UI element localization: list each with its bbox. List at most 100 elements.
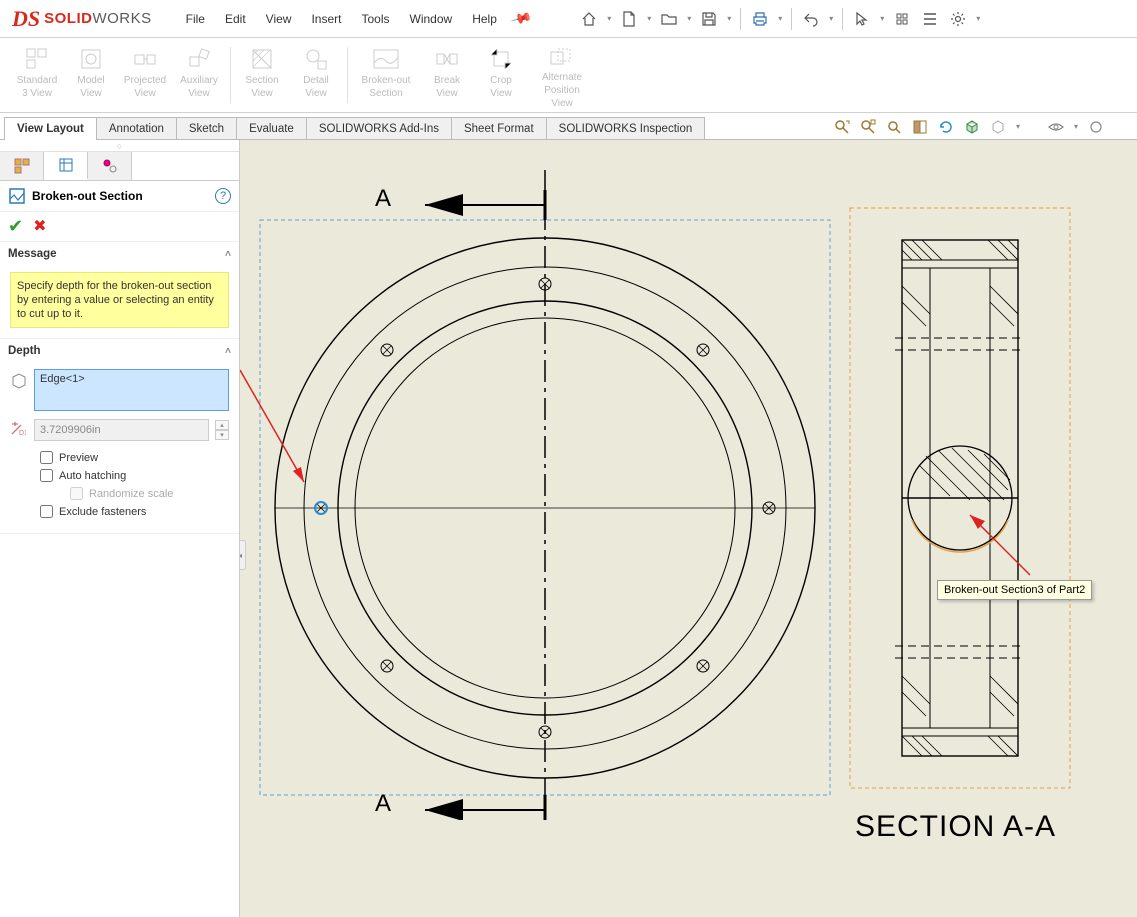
quick-access-toolbar: ▾ ▾ ▾ ▾ ▾ ▾ ▾ ▾ [576, 6, 983, 32]
ribbon-break-view[interactable]: BreakView [420, 41, 474, 109]
display-style-icon[interactable] [961, 116, 983, 138]
depth-header[interactable]: Depth ˄ [0, 339, 239, 363]
edit-scene-icon[interactable] [1085, 116, 1107, 138]
zoom-area-icon[interactable] [857, 116, 879, 138]
menu-help[interactable]: Help [462, 8, 507, 30]
tab-sheet-format[interactable]: Sheet Format [451, 117, 547, 139]
save-button[interactable] [696, 6, 722, 32]
ribbon-broken-out-section[interactable]: Broken-outSection [352, 41, 420, 109]
tab-sketch[interactable]: Sketch [176, 117, 237, 139]
ok-button[interactable]: ✔ [8, 216, 23, 237]
menu-bar: DS SOLIDWORKS FileEditViewInsertToolsWin… [0, 0, 1137, 38]
pin-icon[interactable]: 📌 [510, 7, 534, 30]
spin-up-icon[interactable]: ▴ [215, 420, 229, 430]
section-view-icon[interactable] [909, 116, 931, 138]
menu-window[interactable]: Window [400, 8, 463, 30]
preview-label: Preview [59, 452, 98, 464]
broken-out-icon [372, 45, 400, 73]
message-header[interactable]: Message ˄ [0, 242, 239, 266]
section-view-aa[interactable] [840, 198, 1080, 838]
settings-button[interactable] [945, 6, 971, 32]
zoom-prev-icon[interactable] [883, 116, 905, 138]
confirm-row: ✔ ✖ [0, 212, 239, 242]
dropdown-icon[interactable]: ▾ [644, 14, 654, 23]
break-icon [433, 45, 461, 73]
tab-view-layout[interactable]: View Layout [4, 117, 97, 139]
depth-selection-value: Edge<1> [40, 373, 85, 385]
open-button[interactable] [656, 6, 682, 32]
dropdown-icon[interactable]: ▾ [877, 14, 887, 23]
preview-checkbox[interactable]: Preview [40, 451, 229, 464]
message-section: Message ˄ Specify depth for the broken-o… [0, 242, 239, 339]
app-logo: DS SOLIDWORKS [12, 6, 152, 32]
ribbon-alternate-position-view[interactable]: AlternatePositionView [528, 41, 596, 109]
section-arrow-a-top: A [375, 185, 391, 213]
feature-tree-tab[interactable] [0, 152, 44, 180]
depth-value-input[interactable] [34, 419, 209, 441]
ribbon-detail-view[interactable]: DetailView [289, 41, 343, 109]
zoom-fit-icon[interactable] [831, 116, 853, 138]
ribbon-crop-view[interactable]: CropView [474, 41, 528, 109]
dropdown-icon[interactable]: ▾ [973, 14, 983, 23]
randomize-checkbox: Randomize scale [70, 487, 229, 500]
config-mgr-tab[interactable] [88, 152, 132, 180]
tab-strip: View LayoutAnnotationSketchEvaluateSOLID… [0, 113, 1137, 140]
help-icon[interactable]: ? [215, 188, 231, 204]
exclude-label: Exclude fasteners [59, 506, 146, 518]
tooltip: Broken-out Section3 of Part2 [937, 580, 1092, 600]
autohatch-checkbox[interactable]: Auto hatching [40, 469, 229, 482]
alternate-icon [548, 45, 576, 70]
tab-solidworks-inspection[interactable]: SOLIDWORKS Inspection [546, 117, 706, 139]
exclude-fasteners-checkbox[interactable]: Exclude fasteners [40, 505, 229, 518]
menu-file[interactable]: File [176, 8, 215, 30]
tab-evaluate[interactable]: Evaluate [236, 117, 307, 139]
panel-collapse-handle[interactable]: ◂ [240, 540, 246, 570]
tab-solidworks-add-ins[interactable]: SOLIDWORKS Add-Ins [306, 117, 452, 139]
auxiliary-icon [185, 45, 213, 73]
dropdown-icon[interactable]: ▾ [1071, 122, 1081, 131]
dropdown-icon[interactable]: ▾ [826, 14, 836, 23]
chevron-up-icon: ˄ [225, 346, 231, 357]
visibility-icon[interactable] [1045, 116, 1067, 138]
drawing-canvas[interactable]: ◂ [240, 140, 1137, 917]
autohatch-label: Auto hatching [59, 470, 126, 482]
print-button[interactable] [747, 6, 773, 32]
ribbon-section-view[interactable]: SectionView [235, 41, 289, 109]
home-button[interactable] [576, 6, 602, 32]
front-view[interactable] [255, 160, 855, 820]
ribbon-auxiliary-view[interactable]: AuxiliaryView [172, 41, 226, 109]
spin-down-icon[interactable]: ▾ [215, 430, 229, 440]
select-button[interactable] [849, 6, 875, 32]
cancel-button[interactable]: ✖ [33, 216, 46, 237]
dropdown-icon[interactable]: ▾ [724, 14, 734, 23]
panel-grip[interactable]: ○ [0, 140, 239, 152]
dropdown-icon[interactable]: ▾ [1013, 122, 1023, 131]
menu-view[interactable]: View [256, 8, 302, 30]
depth-spinner[interactable]: ▴▾ [215, 420, 229, 440]
tab-annotation[interactable]: Annotation [96, 117, 177, 139]
message-label: Message [8, 248, 57, 260]
section-title: SECTION A-A [855, 810, 1056, 844]
feature-header: Broken-out Section ? [0, 181, 239, 212]
property-mgr-tab[interactable] [44, 152, 88, 180]
logo-text-2: WORKS [92, 10, 151, 27]
dropdown-icon[interactable]: ▾ [604, 14, 614, 23]
ribbon-model-view[interactable]: ModelView [64, 41, 118, 109]
rebuild-button[interactable] [889, 6, 915, 32]
dropdown-icon[interactable]: ▾ [775, 14, 785, 23]
undo-button[interactable] [798, 6, 824, 32]
new-button[interactable] [616, 6, 642, 32]
crop-icon [487, 45, 515, 73]
hide-show-icon[interactable] [987, 116, 1009, 138]
ribbon-standard-3-view[interactable]: Standard3 View [10, 41, 64, 109]
rotate-icon[interactable] [935, 116, 957, 138]
ribbon-projected-view[interactable]: ProjectedView [118, 41, 172, 109]
logo-text-1: SOLID [44, 10, 92, 27]
menu-tools[interactable]: Tools [351, 8, 399, 30]
dropdown-icon[interactable]: ▾ [684, 14, 694, 23]
menu-insert[interactable]: Insert [301, 8, 351, 30]
options-list-button[interactable] [917, 6, 943, 32]
section-arrow-a-bottom: A [375, 790, 391, 818]
menu-edit[interactable]: Edit [215, 8, 256, 30]
depth-selection-box[interactable]: Edge<1> [34, 369, 229, 411]
